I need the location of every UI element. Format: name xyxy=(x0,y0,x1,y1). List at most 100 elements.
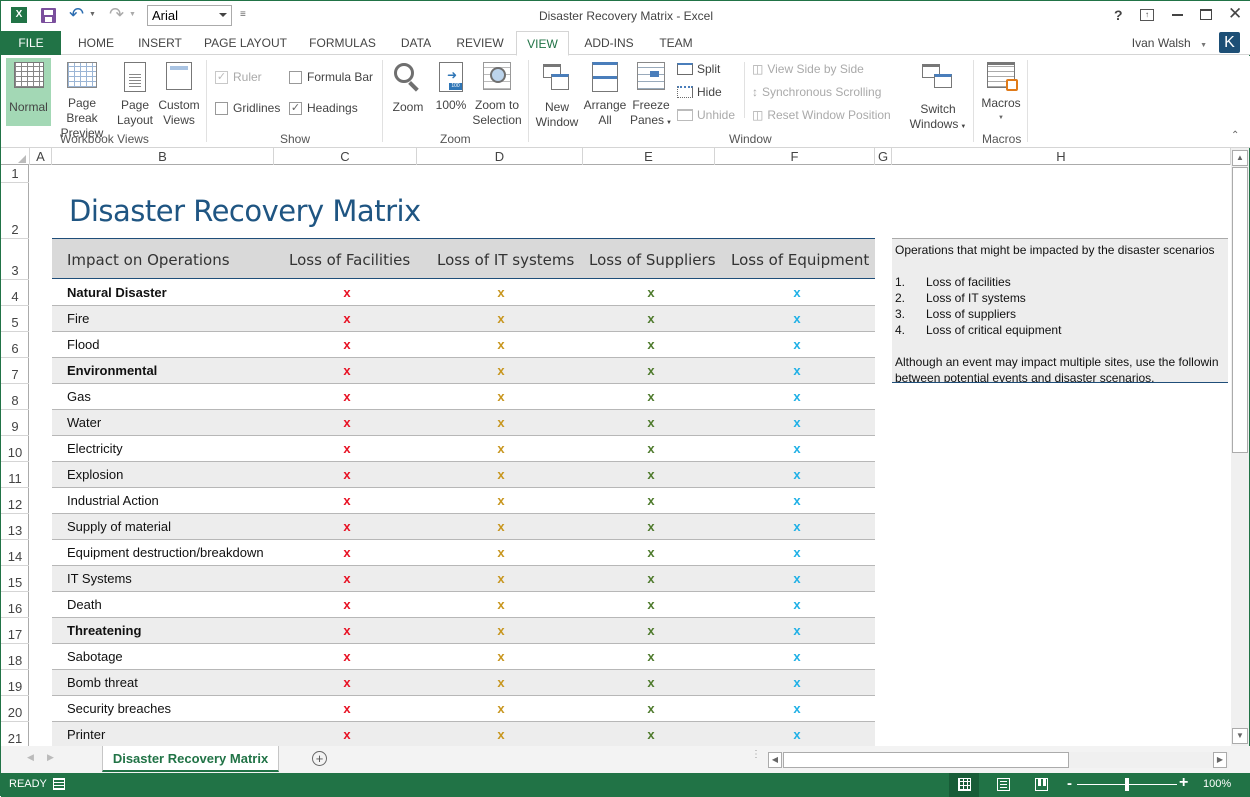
zoom-100-button[interactable]: ➜ 100 100% xyxy=(432,62,470,113)
vertical-scroll-thumb[interactable] xyxy=(1232,167,1248,453)
close-icon[interactable]: ✕ xyxy=(1228,4,1242,24)
horizontal-scrollbar[interactable]: ◀ ▶ xyxy=(768,752,1229,768)
table-row[interactable]: Security breaches x x x x xyxy=(52,696,875,722)
tab-team[interactable]: TEAM xyxy=(654,31,698,55)
macros-button[interactable]: Macros ▼ xyxy=(977,62,1025,126)
table-row[interactable]: Flood x x x x xyxy=(52,332,875,358)
column-header-e[interactable]: E xyxy=(583,148,715,165)
tab-file[interactable]: FILE xyxy=(1,31,61,55)
add-sheet-icon[interactable]: + xyxy=(312,751,327,766)
page-break-preview-button[interactable]: Page Break Preview xyxy=(52,62,112,141)
row-header[interactable]: 16 xyxy=(1,592,29,618)
column-header-d[interactable]: D xyxy=(417,148,583,165)
user-name[interactable]: Ivan Walsh ▼ xyxy=(1132,36,1207,50)
arrange-all-button[interactable]: Arrange All xyxy=(581,62,629,128)
next-sheet-icon[interactable]: ▶ xyxy=(47,752,54,763)
macro-record-icon[interactable] xyxy=(53,778,65,790)
hide-button[interactable]: Hide xyxy=(677,85,722,99)
row-header[interactable]: 5 xyxy=(1,306,29,332)
table-row[interactable]: Equipment destruction/breakdown x x x x xyxy=(52,540,875,566)
row-header[interactable]: 2 xyxy=(1,183,29,239)
tab-page-layout[interactable]: PAGE LAYOUT xyxy=(202,31,289,55)
prev-sheet-icon[interactable]: ◀ xyxy=(27,752,34,763)
tab-formulas[interactable]: FORMULAS xyxy=(306,31,379,55)
column-header-a[interactable]: A xyxy=(30,148,52,165)
new-window-button[interactable]: New Window xyxy=(534,62,580,130)
row-header[interactable]: 1 xyxy=(1,165,29,183)
row-header[interactable]: 11 xyxy=(1,462,29,488)
zoom-to-selection-button[interactable]: Zoom to Selection xyxy=(471,62,523,128)
reset-window-position-button[interactable]: ◫ Reset Window Position xyxy=(752,108,891,122)
gridlines-checkbox[interactable]: Gridlines xyxy=(215,101,280,115)
column-header-b[interactable]: B xyxy=(52,148,274,165)
tab-split-handle[interactable]: ⋮ xyxy=(751,750,761,760)
row-header[interactable]: 21 xyxy=(1,722,29,748)
column-header-c[interactable]: C xyxy=(274,148,417,165)
synchronous-scrolling-button[interactable]: ↕ Synchronous Scrolling xyxy=(752,85,881,99)
row-header[interactable]: 10 xyxy=(1,436,29,462)
table-row[interactable]: Natural Disaster x x x x xyxy=(52,280,875,306)
vertical-scrollbar[interactable]: ▲ ▼ xyxy=(1231,148,1249,746)
row-header[interactable]: 4 xyxy=(1,280,29,306)
column-header-g[interactable]: G xyxy=(875,148,892,165)
zoom-button[interactable]: Zoom xyxy=(389,62,427,115)
sheet-tab[interactable]: Disaster Recovery Matrix xyxy=(102,746,279,772)
normal-view-icon[interactable] xyxy=(949,773,979,797)
table-row[interactable]: Fire x x x x xyxy=(52,306,875,332)
table-row[interactable]: Gas x x x x xyxy=(52,384,875,410)
row-header[interactable]: 18 xyxy=(1,644,29,670)
freeze-panes-button[interactable]: Freeze Panes ▼ xyxy=(630,62,672,131)
tab-add-ins[interactable]: ADD-INS xyxy=(579,31,639,55)
select-all-corner[interactable] xyxy=(1,148,30,165)
scroll-right-icon[interactable]: ▶ xyxy=(1213,752,1227,768)
tab-home[interactable]: HOME xyxy=(73,31,119,55)
headings-checkbox[interactable]: ✓ Headings xyxy=(289,101,358,115)
split-button[interactable]: Split xyxy=(677,62,720,76)
switch-windows-button[interactable]: Switch Windows ▼ xyxy=(906,62,970,135)
table-row[interactable]: Bomb threat x x x x xyxy=(52,670,875,696)
column-header-f[interactable]: F xyxy=(715,148,875,165)
row-header[interactable]: 14 xyxy=(1,540,29,566)
table-row[interactable]: Supply of material x x x x xyxy=(52,514,875,540)
row-header[interactable]: 15 xyxy=(1,566,29,592)
row-header[interactable]: 7 xyxy=(1,358,29,384)
zoom-level[interactable]: 100% xyxy=(1203,778,1231,790)
scroll-left-icon[interactable]: ◀ xyxy=(768,752,782,768)
table-row[interactable]: Industrial Action x x x x xyxy=(52,488,875,514)
zoom-slider[interactable] xyxy=(1077,778,1177,791)
table-row[interactable]: Sabotage x x x x xyxy=(52,644,875,670)
formula-bar-checkbox[interactable]: Formula Bar xyxy=(289,70,373,84)
row-header[interactable]: 20 xyxy=(1,696,29,722)
row-header[interactable]: 6 xyxy=(1,332,29,358)
tab-review[interactable]: REVIEW xyxy=(454,31,506,55)
help-icon[interactable]: ? xyxy=(1114,7,1123,23)
ribbon-display-icon[interactable]: ↑ xyxy=(1140,9,1154,21)
table-row[interactable]: Printer x x x x xyxy=(52,722,875,746)
table-row[interactable]: Electricity x x x x xyxy=(52,436,875,462)
maximize-icon[interactable] xyxy=(1200,9,1212,20)
table-row[interactable]: Explosion x x x x xyxy=(52,462,875,488)
tab-data[interactable]: DATA xyxy=(394,31,438,55)
row-header[interactable]: 8 xyxy=(1,384,29,410)
table-row[interactable]: Water x x x x xyxy=(52,410,875,436)
table-row[interactable]: Environmental x x x x xyxy=(52,358,875,384)
row-header[interactable]: 19 xyxy=(1,670,29,696)
collapse-ribbon-icon[interactable]: ⌃ xyxy=(1231,130,1239,141)
row-header[interactable]: 17 xyxy=(1,618,29,644)
ruler-checkbox[interactable]: ✓ Ruler xyxy=(215,70,262,84)
page-layout-button[interactable]: Page Layout xyxy=(115,62,155,128)
horizontal-scroll-thumb[interactable] xyxy=(783,752,1069,768)
avatar[interactable]: K xyxy=(1219,32,1240,53)
zoom-out-button[interactable]: - xyxy=(1067,775,1072,792)
column-header-h[interactable]: H xyxy=(892,148,1231,165)
row-header[interactable]: 12 xyxy=(1,488,29,514)
minimize-icon[interactable] xyxy=(1172,14,1183,16)
zoom-in-button[interactable]: + xyxy=(1179,774,1188,792)
table-row[interactable]: Death x x x x xyxy=(52,592,875,618)
unhide-button[interactable]: Unhide xyxy=(677,108,735,122)
table-row[interactable]: Threatening x x x x xyxy=(52,618,875,644)
page-layout-view-icon[interactable] xyxy=(997,778,1010,791)
custom-views-button[interactable]: Custom Views xyxy=(157,62,201,128)
view-side-by-side-button[interactable]: ◫ View Side by Side xyxy=(752,62,864,76)
worksheet[interactable]: Disaster Recovery Matrix Impact on Opera… xyxy=(30,165,1228,746)
